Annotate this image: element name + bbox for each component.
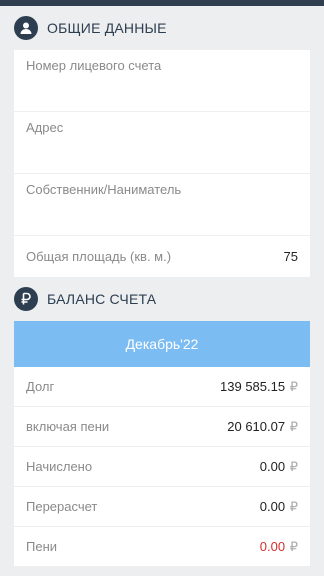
- general-card: Номер лицевого счета Адрес Собственник/Н…: [14, 50, 310, 277]
- user-icon: [14, 16, 38, 40]
- general-section-header: ОБЩИЕ ДАННЫЕ: [0, 6, 324, 50]
- balance-card: Декабрь'22 Долг 139 585.15 ₽ включая пен…: [14, 321, 310, 567]
- charged-value: 0.00 ₽: [259, 458, 298, 474]
- account-number-label: Номер лицевого счета: [26, 58, 162, 73]
- penalty-included-label: включая пени: [26, 419, 110, 434]
- recalculation-value: 0.00 ₽: [259, 498, 298, 514]
- area-label: Общая площадь (кв. м.): [26, 249, 172, 264]
- penalty-row: Пени 0.00 ₽: [14, 527, 310, 567]
- area-value: 75: [283, 249, 298, 264]
- penalty-included-row: включая пени 20 610.07 ₽: [14, 407, 310, 447]
- charged-label: Начислено: [26, 459, 93, 474]
- recalculation-row: Перерасчет 0.00 ₽: [14, 487, 310, 527]
- recalculation-label: Перерасчет: [26, 499, 98, 514]
- ruble-icon: [14, 287, 38, 311]
- balance-section-header: БАЛАНС СЧЕТА: [0, 277, 324, 321]
- address-label: Адрес: [26, 120, 64, 135]
- debt-value: 139 585.15 ₽: [220, 378, 298, 394]
- period-selector[interactable]: Декабрь'22: [14, 321, 310, 367]
- owner-label: Собственник/Наниматель: [26, 182, 182, 197]
- debt-label: Долг: [26, 379, 55, 394]
- balance-section-title: БАЛАНС СЧЕТА: [47, 291, 157, 307]
- penalty-included-value: 20 610.07 ₽: [227, 418, 298, 434]
- address-row: Адрес: [14, 112, 310, 174]
- area-row: Общая площадь (кв. м.) 75: [14, 236, 310, 277]
- account-number-row: Номер лицевого счета: [14, 50, 310, 112]
- general-section-title: ОБЩИЕ ДАННЫЕ: [47, 20, 167, 36]
- penalty-label: Пени: [26, 539, 58, 554]
- charged-row: Начислено 0.00 ₽: [14, 447, 310, 487]
- owner-row: Собственник/Наниматель: [14, 174, 310, 236]
- debt-row: Долг 139 585.15 ₽: [14, 367, 310, 407]
- penalty-value: 0.00 ₽: [259, 538, 298, 554]
